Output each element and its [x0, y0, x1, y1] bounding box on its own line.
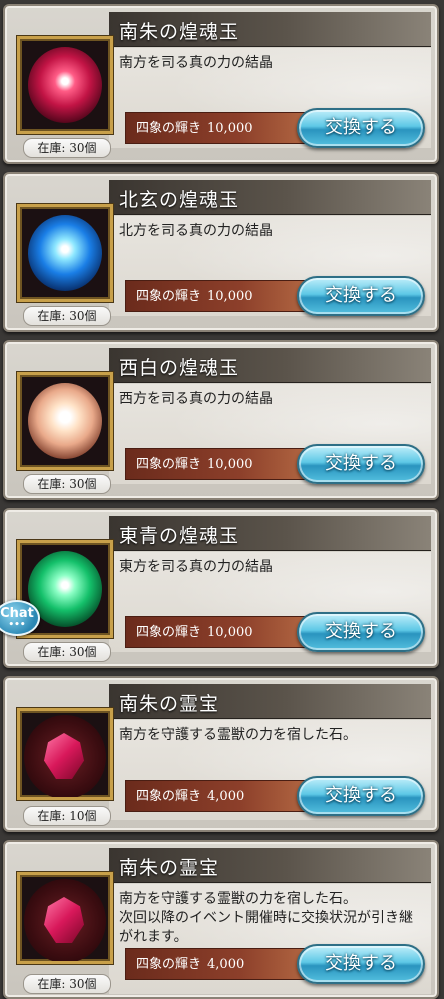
exchange-button[interactable]: 交換する	[297, 776, 425, 816]
stock-badge: 在庫: 10個	[23, 806, 111, 826]
cost-bar: 四象の輝き 10,000	[125, 112, 315, 144]
item-icon-frame	[17, 372, 113, 470]
item-icon-frame	[17, 204, 113, 302]
item-title: 西白の煌魂玉	[119, 357, 240, 379]
cost-bar: 四象の輝き 10,000	[125, 616, 315, 648]
exchange-item-card: 東青の煌魂玉 東方を司る真の力の結晶 四象の輝き 10,000 交換する 在庫: …	[3, 508, 439, 668]
exchange-item-card: 南朱の霊宝 南方を守護する霊獣の力を宿した石。 四象の輝き 4,000 交換する …	[3, 676, 439, 832]
stock-badge: 在庫: 30個	[23, 474, 111, 494]
item-title: 南朱の煌魂玉	[119, 21, 240, 43]
cost-bar: 四象の輝き 4,000	[125, 948, 315, 980]
exchange-item-list: 南朱の煌魂玉 南方を司る真の力の結晶 四象の輝き 10,000 交換する 在庫: …	[0, 0, 444, 999]
item-description: 東方を司る真の力の結晶	[119, 559, 273, 575]
stock-badge: 在庫: 30個	[23, 138, 111, 158]
cost-label: 四象の輝き	[136, 289, 202, 304]
exchange-item-card: 西白の煌魂玉 西方を司る真の力の結晶 四象の輝き 10,000 交換する 在庫: …	[3, 340, 439, 500]
cost-value: 10,000	[207, 121, 253, 136]
cost-value: 10,000	[207, 289, 253, 304]
exchange-button[interactable]: 交換する	[297, 944, 425, 984]
exchange-button[interactable]: 交換する	[297, 444, 425, 484]
cost-label: 四象の輝き	[136, 121, 202, 136]
item-title: 東青の煌魂玉	[119, 525, 240, 547]
white-orb-icon	[28, 383, 102, 459]
item-header: 南朱の霊宝	[109, 684, 431, 719]
item-header: 南朱の煌魂玉	[109, 12, 431, 47]
exchange-item-card: 南朱の霊宝 南方を守護する霊獣の力を宿した石。 次回以降のイベント開催時に交換状…	[3, 840, 439, 999]
cost-label: 四象の輝き	[136, 789, 202, 804]
item-description: 西方を司る真の力の結晶	[119, 391, 273, 407]
cost-bar: 四象の輝き 4,000	[125, 780, 315, 812]
item-description: 南方を守護する霊獣の力を宿した石。 次回以降のイベント開催時に交換状況が引き継が…	[119, 891, 413, 945]
chat-label: Chat	[0, 606, 34, 621]
item-title: 南朱の霊宝	[119, 693, 220, 715]
item-header: 東青の煌魂玉	[109, 516, 431, 551]
exchange-button[interactable]: 交換する	[297, 612, 425, 652]
exchange-button[interactable]: 交換する	[297, 108, 425, 148]
item-description: 南方を司る真の力の結晶	[119, 55, 273, 71]
item-description: 北方を司る真の力の結晶	[119, 223, 273, 239]
cost-value: 4,000	[207, 957, 245, 972]
cost-bar: 四象の輝き 10,000	[125, 448, 315, 480]
item-icon-frame	[17, 36, 113, 134]
cost-label: 四象の輝き	[136, 625, 202, 640]
chat-dots-icon: •••	[8, 620, 26, 630]
item-icon-frame	[17, 708, 113, 800]
item-header: 北玄の煌魂玉	[109, 180, 431, 215]
cost-value: 4,000	[207, 789, 245, 804]
item-title: 南朱の霊宝	[119, 857, 220, 879]
blue-orb-icon	[28, 215, 102, 291]
exchange-item-card: 南朱の煌魂玉 南方を司る真の力の結晶 四象の輝き 10,000 交換する 在庫: …	[3, 4, 439, 164]
red-orb-icon	[28, 47, 102, 123]
exchange-item-card: 北玄の煌魂玉 北方を司る真の力の結晶 四象の輝き 10,000 交換する 在庫: …	[3, 172, 439, 332]
stock-badge: 在庫: 30個	[23, 642, 111, 662]
stock-badge: 在庫: 30個	[23, 306, 111, 326]
cost-label: 四象の輝き	[136, 957, 202, 972]
stock-badge: 在庫: 30個	[23, 974, 111, 994]
item-title: 北玄の煌魂玉	[119, 189, 240, 211]
cost-value: 10,000	[207, 625, 253, 640]
exchange-button[interactable]: 交換する	[297, 276, 425, 316]
item-header: 西白の煌魂玉	[109, 348, 431, 383]
item-icon-frame	[17, 872, 113, 964]
item-header: 南朱の霊宝	[109, 848, 431, 883]
cost-value: 10,000	[207, 457, 253, 472]
item-description: 南方を守護する霊獣の力を宿した石。	[119, 727, 357, 743]
cost-bar: 四象の輝き 10,000	[125, 280, 315, 312]
cost-label: 四象の輝き	[136, 457, 202, 472]
